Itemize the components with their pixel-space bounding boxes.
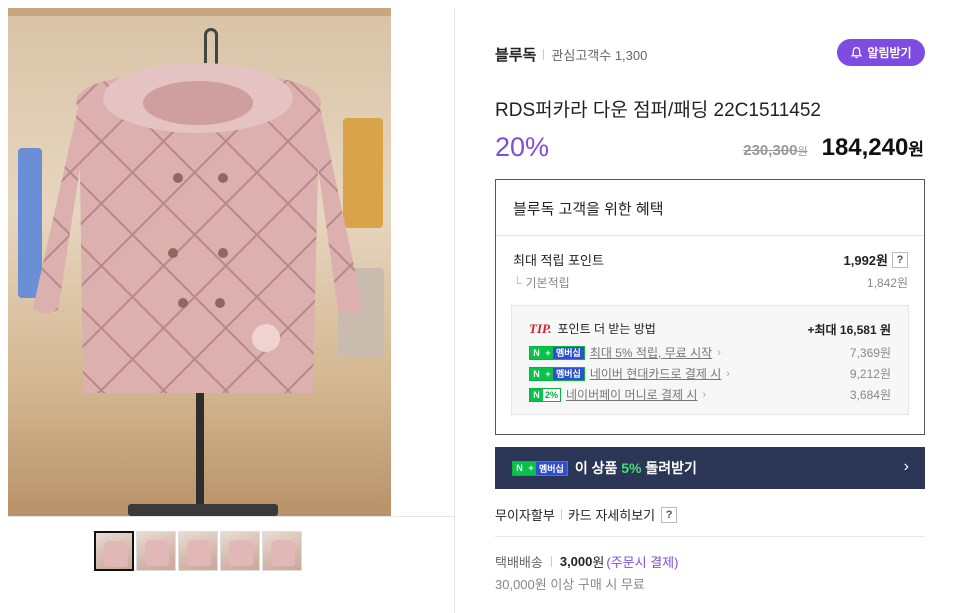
tip-tag: TIP. xyxy=(529,321,552,336)
chevron-right-icon: › xyxy=(702,388,707,401)
benefit-title: 블루독 고객을 위한 혜택 xyxy=(513,201,664,218)
chevron-right-icon: › xyxy=(717,346,721,359)
thumbnail-1[interactable] xyxy=(94,531,134,571)
max-points-value: 1,992원 xyxy=(843,253,889,268)
divider xyxy=(496,235,924,236)
cashback-text: 이 상품 5% 돌려받기 xyxy=(574,460,697,476)
tip-box: TIP. 포인트 더 받는 방법 +최대 16,581 원 N + 멤버십 최대 5%… xyxy=(511,305,909,415)
tip-value: 7,369원 xyxy=(849,346,891,360)
bell-plus-icon xyxy=(851,47,863,59)
benefit-box: 블루독 고객을 위한 혜택 최대 적립 포인트 1,992원 ? └ 기본적립 1… xyxy=(495,179,925,435)
max-points-row: 최대 적립 포인트 1,992원 ? xyxy=(513,250,908,269)
shipping-row: 택배배송 3,000 원 (주문시 결제) xyxy=(495,552,678,571)
divider xyxy=(560,509,562,520)
rack-base xyxy=(128,504,278,516)
branch-icon: └ xyxy=(513,276,522,290)
brand-name[interactable]: 블루독 xyxy=(495,44,536,65)
shipping-fee-unit: 원 xyxy=(592,555,605,570)
tip-value: 3,684원 xyxy=(849,388,891,402)
tip-row[interactable]: N + 멤버십 네이버 현대카드로 결제 시 › 9,212원 xyxy=(529,365,891,382)
tip-row[interactable]: N + 멤버십 최대 5% 적립, 무료 시작 › 7,369원 xyxy=(529,344,891,361)
naver-membership-badge-icon: N + 멤버십 xyxy=(512,460,568,476)
tip-max-points: +최대 16,581 원 xyxy=(807,322,892,337)
column-divider xyxy=(454,8,455,613)
shelf-top xyxy=(8,8,391,16)
price-row: 230,300 원 184,240 원 xyxy=(743,134,924,162)
tip-row[interactable]: N 2% 네이버페이 머니로 결제 시 › 3,684원 xyxy=(529,386,891,403)
help-icon[interactable]: ? xyxy=(661,506,678,523)
installment-row: 무이자할부 카드 자세히보기 ? xyxy=(495,505,678,524)
tip-header-left: TIP. 포인트 더 받는 방법 xyxy=(529,320,656,338)
sale-price: 184,240 xyxy=(821,134,909,161)
fan-count: 관심고객수 1,300 xyxy=(551,48,648,63)
original-price-unit: 원 xyxy=(797,146,808,158)
shipping-fee: 3,000 xyxy=(559,554,593,569)
chevron-right-icon: › xyxy=(726,367,730,380)
cashback-banner[interactable]: N + 멤버십 이 상품 5% 돌려받기 › xyxy=(495,447,925,489)
base-points-row: └ 기본적립 1,842원 xyxy=(513,274,908,291)
tip-row-left: N 2% 네이버페이 머니로 결제 시 › xyxy=(529,386,706,403)
product-main-image xyxy=(8,8,391,516)
divider xyxy=(550,556,552,567)
divider xyxy=(495,536,925,537)
base-points-label-wrap: └ 기본적립 xyxy=(513,274,570,291)
tip-text: 포인트 더 받는 방법 xyxy=(557,322,656,336)
divider xyxy=(543,49,545,60)
shipping-label: 택배배송 xyxy=(495,555,543,570)
naver-membership-badge-icon: N + 멤버십 xyxy=(529,366,585,381)
card-details-link[interactable]: 카드 자세히보기 xyxy=(568,505,655,524)
sale-price-unit: 원 xyxy=(908,140,924,159)
discount-rate: 20% xyxy=(495,132,550,162)
tip-row-left: N + 멤버십 최대 5% 적립, 무료 시작 › xyxy=(529,344,721,361)
notify-button[interactable]: 알림받기 xyxy=(837,39,925,66)
thumbnail-5[interactable] xyxy=(262,531,302,571)
naver-membership-badge-icon: N + 멤버십 xyxy=(529,345,585,360)
tip-link[interactable]: 네이버 현대카드로 결제 시 xyxy=(590,365,721,382)
thumbnail-strip xyxy=(94,531,302,571)
original-price: 230,300 xyxy=(743,142,798,159)
brand-row: 블루독 관심고객수 1,300 xyxy=(495,44,647,65)
tip-row-left: N + 멤버십 네이버 현대카드로 결제 시 › xyxy=(529,365,730,382)
product-title: RDS퍼카라 다운 점퍼/패딩 22C1511452 xyxy=(495,100,821,121)
tip-link[interactable]: 최대 5% 적립, 무료 시작 xyxy=(590,344,712,361)
installment-label: 무이자할부 xyxy=(495,508,555,523)
shipping-note: (주문시 결제) xyxy=(606,555,679,570)
free-shipping-note: 30,000원 이상 구매 시 무료 xyxy=(495,577,645,592)
notify-button-label: 알림받기 xyxy=(867,46,912,60)
tip-header: TIP. 포인트 더 받는 방법 +최대 16,581 원 xyxy=(529,320,891,338)
tip-link[interactable]: 네이버페이 머니로 결제 시 xyxy=(566,386,697,403)
tip-value: 9,212원 xyxy=(849,367,891,381)
cashback-percent: 5% xyxy=(621,460,642,476)
thumbnail-2[interactable] xyxy=(136,531,176,571)
max-points-value-wrap: 1,992원 ? xyxy=(843,250,908,269)
chevron-right-icon: › xyxy=(903,458,909,475)
help-icon[interactable]: ? xyxy=(892,251,908,268)
max-points-label: 최대 적립 포인트 xyxy=(513,253,604,268)
naver-pay-percent-badge-icon: N 2% xyxy=(529,387,562,402)
thumbnail-3[interactable] xyxy=(178,531,218,571)
thumbnail-4[interactable] xyxy=(220,531,260,571)
base-points-value: 1,842원 xyxy=(866,276,908,290)
pink-jacket-illustration xyxy=(33,63,363,393)
gallery-divider xyxy=(8,516,454,517)
base-points-label: 기본적립 xyxy=(525,276,570,290)
